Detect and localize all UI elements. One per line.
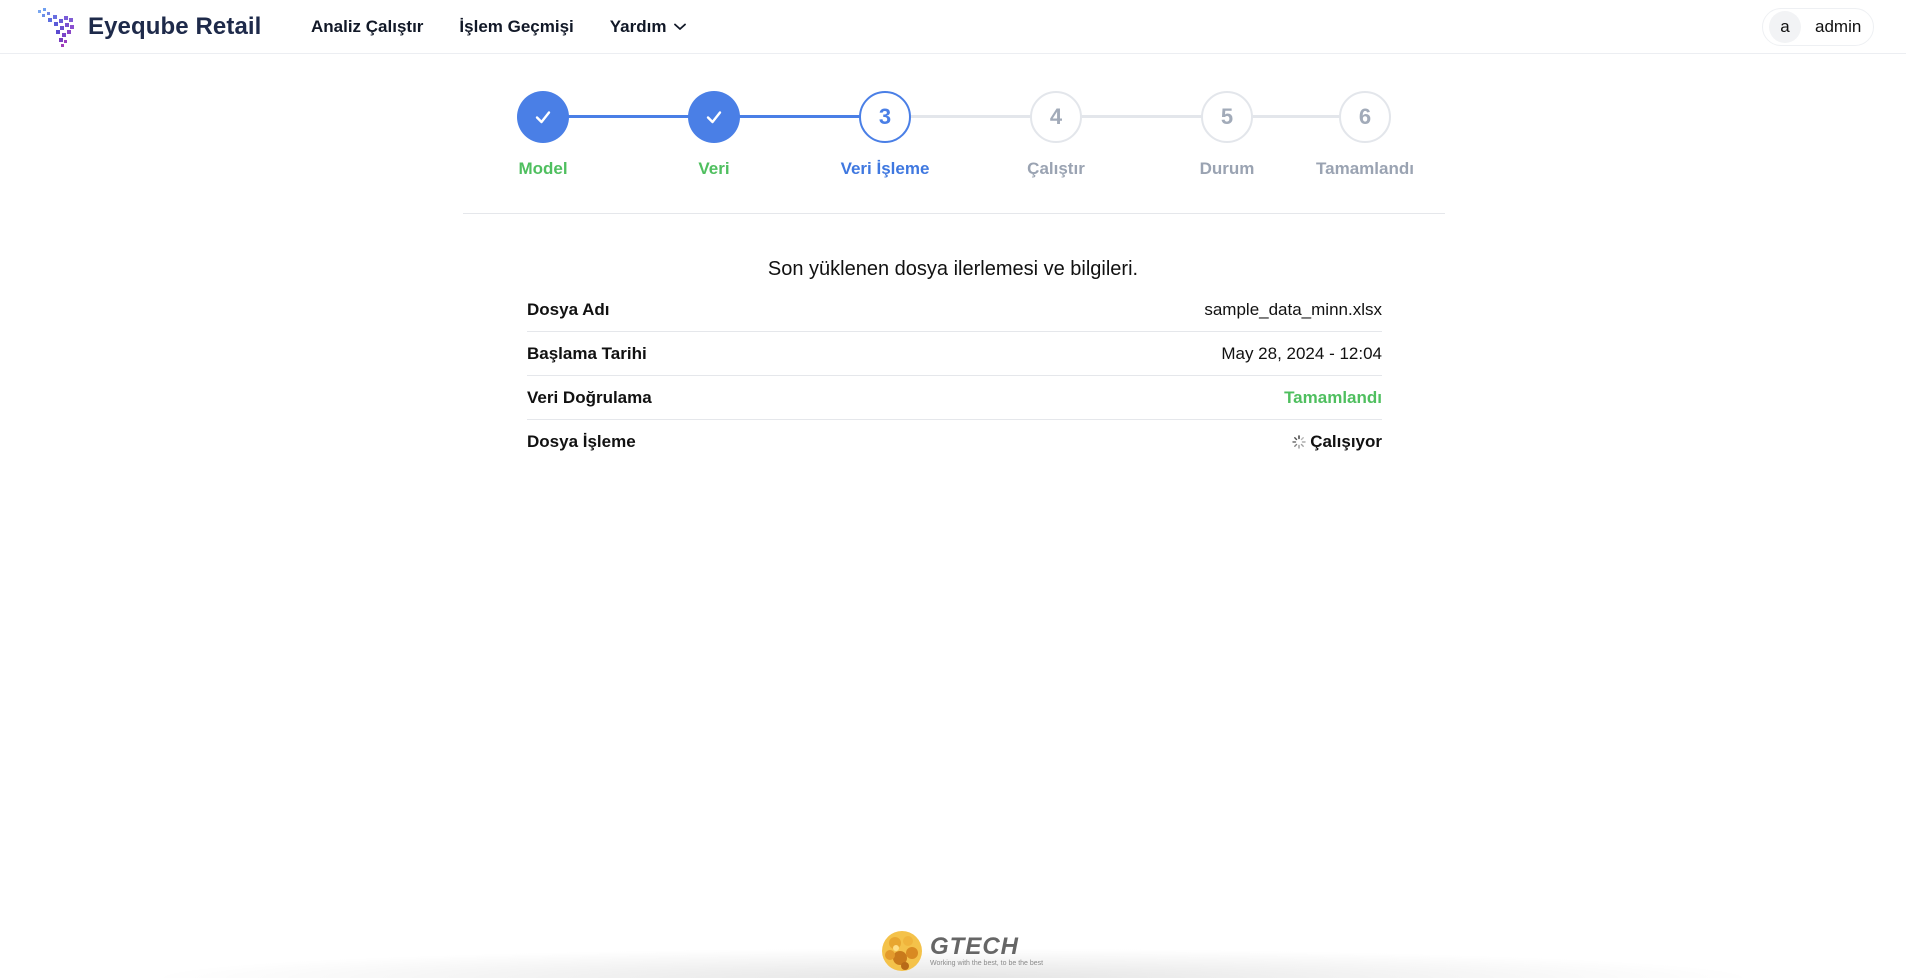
step-circle-pending: 4 [1030, 91, 1082, 143]
step-circle-active: 3 [859, 91, 911, 143]
step-circle-pending: 5 [1201, 91, 1253, 143]
status-badge: Tamamlandı [1284, 387, 1382, 407]
table-row: Dosya Adı sample_data_minn.xlsx [527, 288, 1382, 332]
status-running-label: Çalışıyor [1310, 432, 1382, 451]
chevron-down-icon [674, 23, 687, 30]
step-circle-done [688, 91, 740, 143]
user-menu[interactable]: a admin [1762, 8, 1874, 46]
row-key: Dosya Adı [527, 299, 610, 319]
step-label: Çalıştır [1027, 159, 1085, 178]
section-intro-text: Son yüklenen dosya ilerlemesi ve bilgile… [767, 258, 1139, 280]
eyeqube-logo-icon [38, 8, 74, 47]
step-label: Durum [1199, 159, 1255, 178]
table-row: Veri Doğrulama Tamamlandı [527, 376, 1382, 420]
brand-name: Eyeqube Retail [88, 13, 262, 40]
step-durum[interactable]: 5 Durum [1147, 68, 1307, 179]
step-tamamlandi[interactable]: 6 Tamamlandı [1285, 68, 1445, 179]
step-model[interactable]: Model [463, 68, 623, 179]
step-label: Veri İşleme [840, 159, 930, 178]
user-name: admin [1815, 17, 1862, 36]
brand[interactable]: Eyeqube Retail [36, 6, 261, 48]
step-label: Veri [698, 159, 730, 178]
gtech-wordmark: GTECH Working with the best, to be the b… [930, 933, 1044, 968]
row-key: Dosya İşleme [527, 432, 636, 451]
status-running: Çalışıyor [1292, 432, 1382, 452]
company-name: GTECH [930, 933, 1019, 960]
step-veri-isleme[interactable]: 3 Veri İşleme [805, 68, 965, 179]
nav-analiz-calistir[interactable]: Analiz Çalıştır [311, 17, 423, 37]
check-icon [535, 111, 551, 124]
step-circle-pending: 6 [1339, 91, 1391, 143]
gtech-logo-icon [882, 931, 922, 971]
check-icon [706, 111, 722, 124]
step-veri[interactable]: Veri [634, 68, 794, 179]
company-slogan: Working with the best, to be the best [930, 960, 1044, 967]
nav-islem-gecmisi[interactable]: İşlem Geçmişi [459, 17, 573, 37]
step-label: Model [518, 159, 568, 178]
table-row: Dosya İşleme Çalışıyor [527, 420, 1382, 464]
nav-yardim-label: Yardım [609, 17, 667, 36]
gtech-logo: GTECH Working with the best, to be the b… [878, 928, 1043, 974]
table-row: Başlama Tarihi May 28, 2024 - 12:04 [527, 332, 1382, 376]
step-circle-done [517, 91, 569, 143]
avatar: a [1769, 11, 1801, 43]
top-navbar: Eyeqube Retail Analiz Çalıştır İşlem Geç… [0, 0, 1906, 54]
spinner-icon [1292, 435, 1306, 449]
row-key: Veri Doğrulama [527, 387, 652, 407]
nav-yardim-dropdown[interactable]: Yardım [610, 17, 687, 37]
step-calistir[interactable]: 4 Çalıştır [976, 68, 1136, 179]
progress-stepper: Model Veri 3 Veri İşleme 4 Çalıştır 5 Du… [463, 68, 1445, 214]
row-value-filename: sample_data_minn.xlsx [1204, 299, 1382, 319]
row-value-start-date: May 28, 2024 - 12:04 [1221, 343, 1382, 363]
main-nav: Analiz Çalıştır İşlem Geçmişi Yardım [311, 0, 687, 54]
file-info-table: Dosya Adı sample_data_minn.xlsx Başlama … [527, 288, 1382, 464]
row-key: Başlama Tarihi [527, 343, 647, 363]
step-label: Tamamlandı [1316, 159, 1414, 178]
